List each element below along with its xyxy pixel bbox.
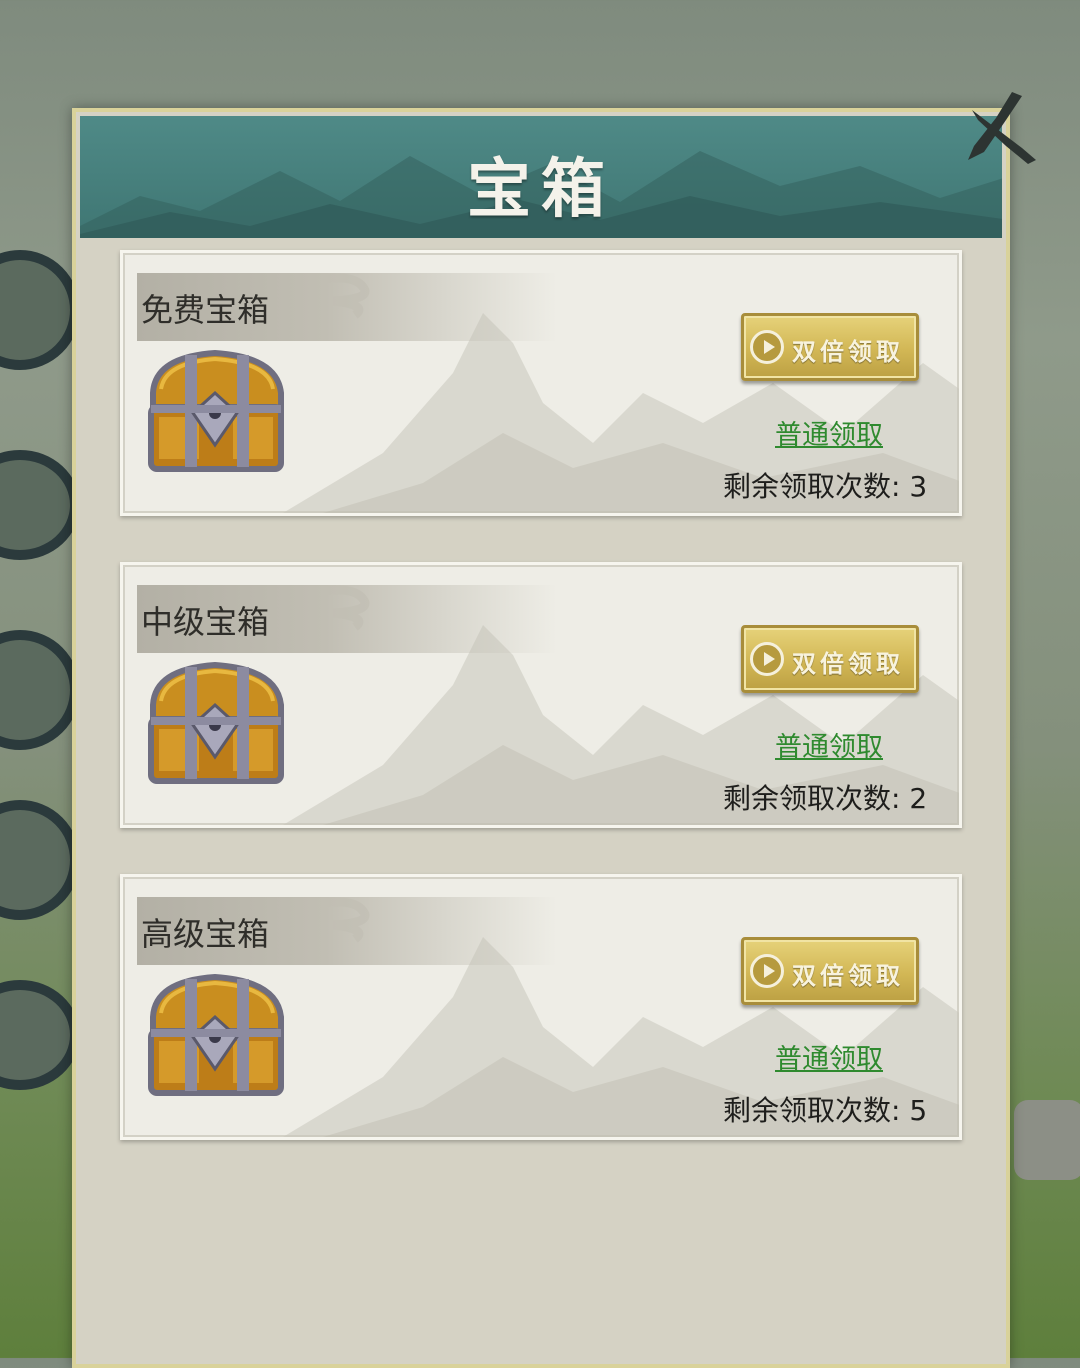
remaining-count: 剩余领取次数: 2: [723, 782, 928, 815]
double-claim-button[interactable]: 双倍领取: [741, 313, 919, 381]
treasure-chest-icon: [148, 349, 284, 472]
background-wheel: [0, 630, 80, 750]
double-claim-label: 双倍领取: [792, 649, 904, 678]
card-title: 中级宝箱: [141, 603, 270, 641]
dialog-title: 宝箱: [467, 152, 615, 227]
background-wheel: [0, 450, 80, 560]
double-claim-button[interactable]: 双倍领取: [741, 937, 919, 1005]
play-video-icon: [750, 330, 784, 364]
double-claim-label: 双倍领取: [792, 961, 904, 990]
chest-card: 中级宝箱 双倍领取 普通领取 剩余领取次数: 2: [120, 562, 962, 828]
background-wheel: [0, 980, 80, 1090]
play-video-icon: [750, 954, 784, 988]
chest-card: 高级宝箱 双倍领取 普通领取 剩余领取次数: 5: [120, 874, 962, 1140]
chest-card: 免费宝箱 双倍领取 普通领取 剩余领取次数: 3: [120, 250, 962, 516]
card-title: 高级宝箱: [141, 915, 270, 953]
normal-claim-link[interactable]: 普通领取: [775, 1037, 883, 1076]
treasure-chest-icon: [148, 973, 284, 1096]
background-wheel: [0, 250, 80, 370]
double-claim-button[interactable]: 双倍领取: [741, 625, 919, 693]
close-button[interactable]: [962, 86, 1046, 170]
normal-claim-link[interactable]: 普通领取: [775, 413, 883, 452]
treasure-chest-icon: [148, 661, 284, 784]
remaining-count: 剩余领取次数: 3: [723, 470, 928, 503]
normal-claim-link[interactable]: 普通领取: [775, 725, 883, 764]
play-video-icon: [750, 642, 784, 676]
card-title: 免费宝箱: [141, 291, 270, 329]
background-rock: [1014, 1100, 1080, 1180]
dialog-header: 宝箱: [80, 116, 1002, 238]
close-x-icon: [968, 92, 1036, 164]
double-claim-label: 双倍领取: [792, 337, 904, 366]
remaining-count: 剩余领取次数: 5: [723, 1094, 928, 1127]
background-wheel: [0, 800, 80, 920]
